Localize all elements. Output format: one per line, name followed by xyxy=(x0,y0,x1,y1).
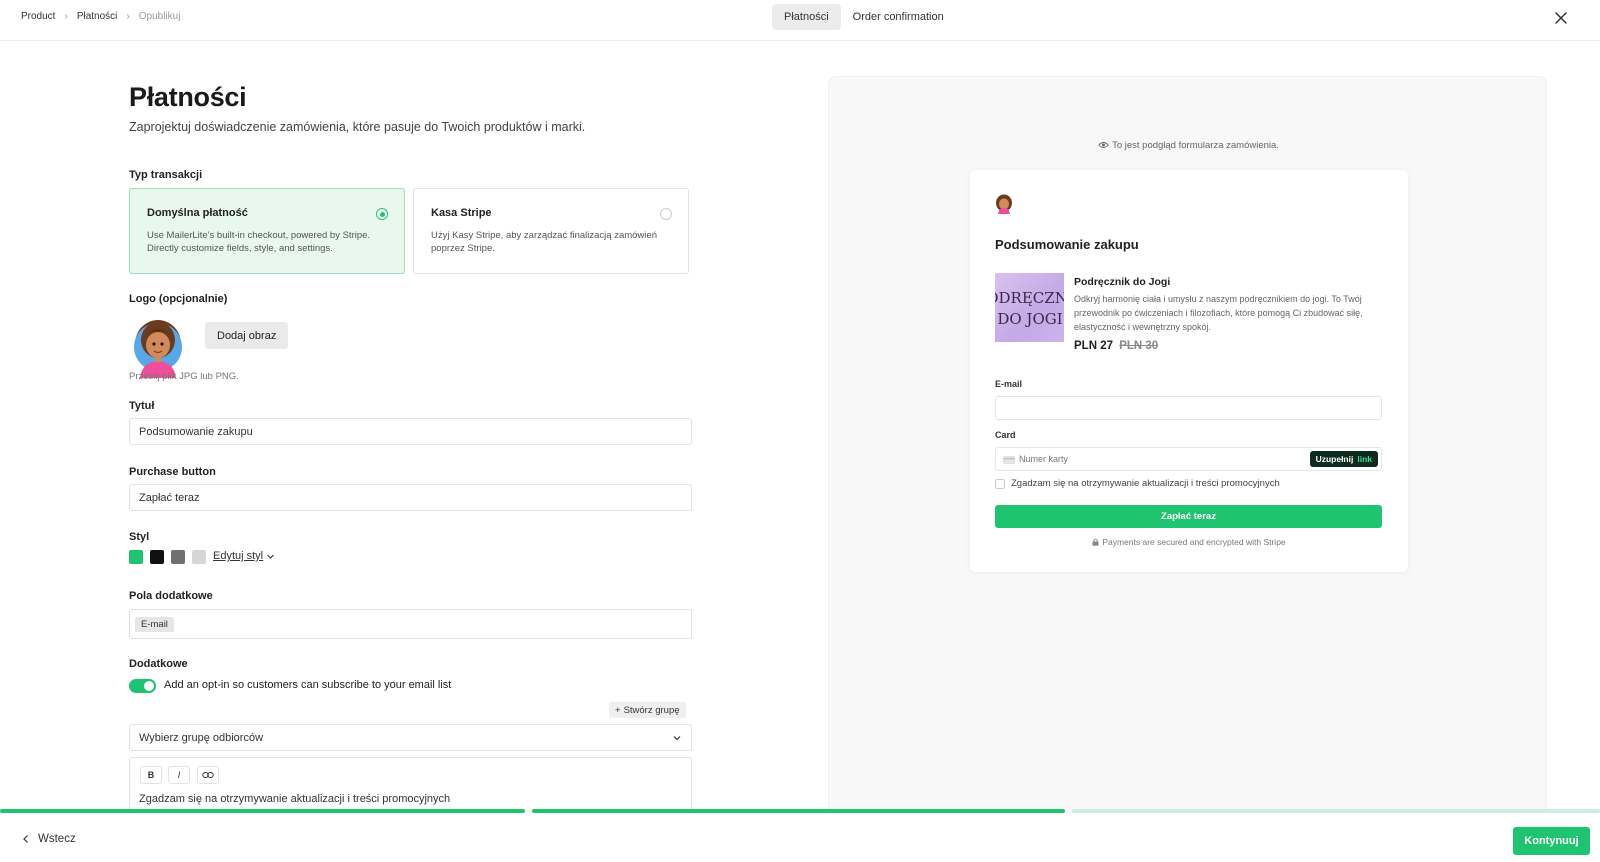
logo-hint: Prześlij plik JPG lub PNG. xyxy=(129,371,239,382)
edit-style-link[interactable]: Edytuj styl xyxy=(213,550,275,562)
tab-payments[interactable]: Płatności xyxy=(772,4,841,30)
product-description: Odkryj harmonię ciała i umysłu z naszym … xyxy=(1074,294,1363,332)
breadcrumb-item-payments[interactable]: Płatności xyxy=(77,11,118,22)
chevron-down-icon xyxy=(673,735,681,740)
plus-icon: + xyxy=(615,704,621,716)
description-line: Use MailerLite's built-in checkout, powe… xyxy=(147,230,371,241)
pay-now-button[interactable]: Zapłać teraz xyxy=(995,505,1382,528)
breadcrumb: Product › Płatności › Opublikuj xyxy=(21,11,180,22)
product-image: ODRĘCZNI DO JOGI xyxy=(995,273,1064,342)
breadcrumb-item-product[interactable]: Product xyxy=(21,11,55,22)
color-swatch-black[interactable] xyxy=(150,550,164,564)
transaction-option-title: Kasa Stripe xyxy=(431,207,492,219)
chevron-left-icon xyxy=(23,835,28,843)
checkout-card: Podsumowanie zakupu ODRĘCZNI DO JOGI Pod… xyxy=(970,170,1408,572)
title-input[interactable]: Podsumowanie zakupu xyxy=(129,418,692,445)
description-line: Directly customize fields, style, and se… xyxy=(147,243,333,254)
link-icon xyxy=(202,772,214,778)
title-field-label: Tytuł xyxy=(129,400,155,412)
chevron-down-icon xyxy=(267,554,275,559)
optin-text: Add an opt-in so customers can subscribe… xyxy=(164,679,452,691)
credit-card-icon xyxy=(1003,456,1015,464)
chevron-right-icon: › xyxy=(64,11,68,22)
transaction-option-description: Użyj Kasy Stripe, aby zarządzać finaliza… xyxy=(431,229,671,255)
footer: Wstecz Kontynuuj xyxy=(0,813,1600,862)
radio-selected-icon[interactable] xyxy=(376,208,388,220)
logo-label: Logo (opcjonalnie) xyxy=(129,293,228,305)
current-price: PLN 27 xyxy=(1074,340,1113,352)
continue-button[interactable]: Kontynuuj xyxy=(1513,827,1590,855)
card-number-field[interactable]: Numer karty Uzupełnij link xyxy=(995,447,1382,471)
consent-row: Zgadzam się na otrzymywanie aktualizacji… xyxy=(995,478,1280,489)
bold-button[interactable]: B xyxy=(140,766,162,784)
product-name: Podręcznik do Jogi xyxy=(1074,276,1171,288)
edit-style-label: Edytuj styl xyxy=(213,550,264,562)
preview-note-text: To jest podgląd formularza zamówienia. xyxy=(1112,140,1279,151)
additional-label: Dodatkowe xyxy=(129,658,188,670)
avatar xyxy=(996,194,1012,214)
back-label: Wstecz xyxy=(38,833,76,845)
lock-icon xyxy=(1092,538,1099,546)
product-image-text: ODRĘCZNI xyxy=(995,289,1064,307)
old-price: PLN 30 xyxy=(1119,340,1159,352)
link-button[interactable] xyxy=(197,766,219,784)
autofill-link-button[interactable]: Uzupełnij link xyxy=(1309,451,1378,467)
italic-button[interactable]: I xyxy=(168,766,190,784)
page-subtitle: Zaprojektuj doświadczenie zamówienia, kt… xyxy=(129,120,586,134)
description-line: poprzez Stripe. xyxy=(431,243,495,254)
transaction-option-title: Domyślna płatność xyxy=(147,207,248,219)
autofill-label: Uzupełnij xyxy=(1315,454,1354,464)
add-image-button[interactable]: Dodaj obraz xyxy=(205,322,289,349)
color-swatch-light-grey[interactable] xyxy=(192,550,206,564)
group-select[interactable]: Wybierz grupę odbiorców xyxy=(129,724,692,751)
checkout-preview-panel: To jest podgląd formularza zamówienia. P… xyxy=(828,76,1547,862)
purchase-button-input[interactable]: Zapłać teraz xyxy=(129,484,692,511)
color-swatch-green[interactable] xyxy=(129,550,143,564)
avatar[interactable] xyxy=(129,314,187,378)
page-title: Płatności xyxy=(129,82,247,112)
optin-toggle[interactable] xyxy=(129,679,156,693)
field-chip-email[interactable]: E-mail xyxy=(135,616,174,632)
create-group-label: Stwórz grupę xyxy=(623,704,680,716)
color-swatch-dark-grey[interactable] xyxy=(171,550,185,564)
top-bar: Product › Płatności › Opublikuj Płatnośc… xyxy=(0,0,1600,41)
back-button[interactable]: Wstecz xyxy=(22,833,76,845)
transaction-option-stripe[interactable]: Kasa Stripe Użyj Kasy Stripe, aby zarząd… xyxy=(413,188,689,274)
radio-unselected-icon[interactable] xyxy=(660,208,672,220)
style-label: Styl xyxy=(129,531,150,543)
description-line: Użyj Kasy Stripe, aby zarządzać finaliza… xyxy=(431,230,657,241)
close-icon[interactable] xyxy=(1552,9,1570,27)
purchase-button-label: Purchase button xyxy=(129,466,216,478)
eye-icon xyxy=(1098,142,1109,148)
email-label: E-mail xyxy=(995,379,1023,389)
secure-note-text: Payments are secured and encrypted with … xyxy=(1102,537,1286,547)
extra-fields-label: Pola dodatkowe xyxy=(129,590,213,602)
step-tabs: Płatności Order confirmation xyxy=(772,4,956,30)
transaction-option-description: Use MailerLite's built-in checkout, powe… xyxy=(147,229,387,255)
create-group-button[interactable]: + Stwórz grupę xyxy=(609,702,686,718)
card-label: Card xyxy=(995,430,1016,440)
consent-checkbox[interactable] xyxy=(995,478,1005,489)
checkout-title: Podsumowanie zakupu xyxy=(995,237,1139,252)
breadcrumb-item-publish[interactable]: Opublikuj xyxy=(139,11,181,22)
extra-fields-input[interactable]: E-mail xyxy=(129,609,692,639)
link-brand: link xyxy=(1357,454,1372,464)
card-number-placeholder: Numer karty xyxy=(1019,454,1069,464)
preview-note: To jest podgląd formularza zamówienia. xyxy=(829,140,1548,151)
payment-settings-form: Płatności Zaprojektuj doświadczenie zamó… xyxy=(129,70,692,817)
secure-note: Payments are secured and encrypted with … xyxy=(970,537,1408,547)
editor-content[interactable]: Zgadzam się na otrzymywanie aktualizacji… xyxy=(139,793,450,805)
tab-order-confirmation[interactable]: Order confirmation xyxy=(841,4,956,30)
group-select-value: Wybierz grupę odbiorców xyxy=(139,731,264,744)
consent-text-editor[interactable]: B I Zgadzam się na otrzymywanie aktualiz… xyxy=(129,757,692,817)
product-image-text: DO JOGI xyxy=(997,310,1063,328)
chevron-right-icon: › xyxy=(126,11,130,22)
product-price: PLN 27 PLN 30 xyxy=(1074,340,1158,352)
consent-text: Zgadzam się na otrzymywanie aktualizacji… xyxy=(1011,478,1280,489)
email-field[interactable] xyxy=(995,396,1382,420)
transaction-type-label: Typ transakcji xyxy=(129,169,203,181)
transaction-option-default[interactable]: Domyślna płatność Use MailerLite's built… xyxy=(129,188,405,274)
